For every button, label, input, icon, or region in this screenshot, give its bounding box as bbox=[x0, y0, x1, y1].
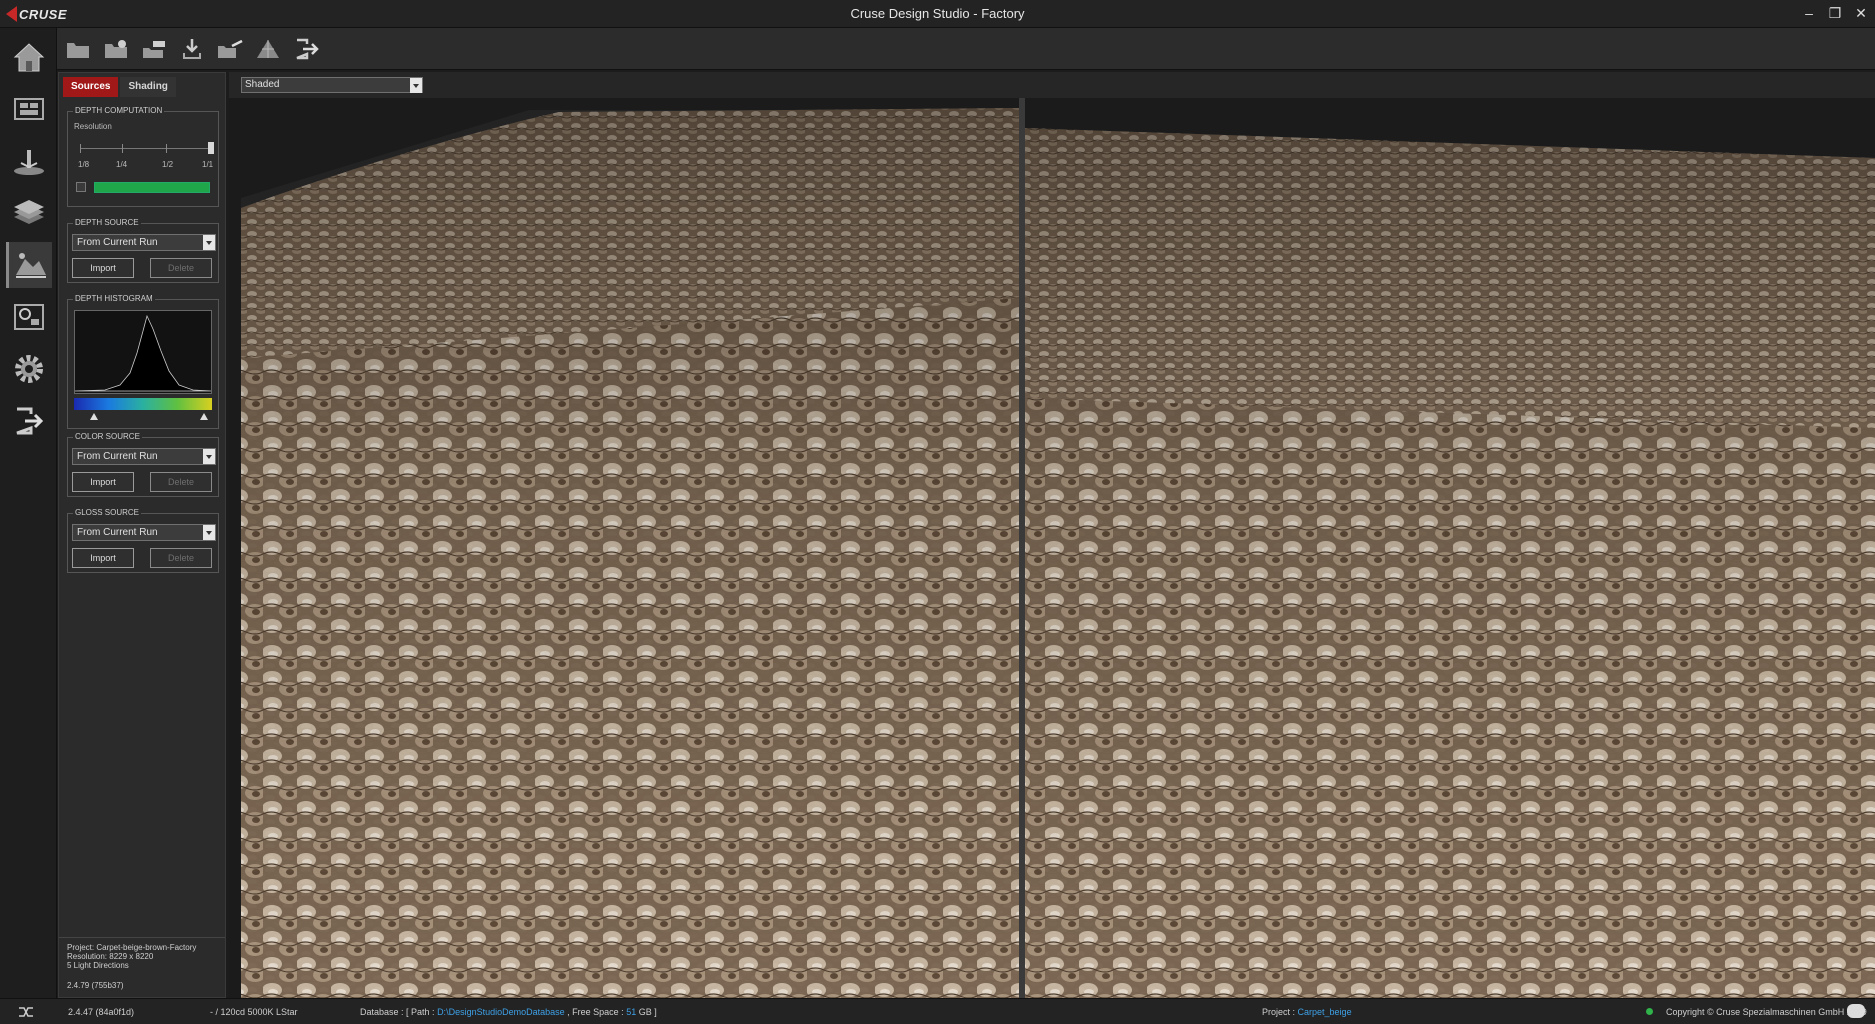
split-view-divider[interactable] bbox=[1019, 98, 1025, 998]
depth-source-title: DEPTH SOURCE bbox=[73, 218, 141, 227]
compute-checkbox[interactable] bbox=[76, 182, 86, 192]
histogram-curve bbox=[74, 314, 212, 392]
histogram-high-handle[interactable] bbox=[200, 413, 208, 420]
export-image-icon[interactable] bbox=[215, 34, 245, 64]
panel-divider bbox=[59, 937, 225, 938]
depth-progress-bar bbox=[94, 182, 210, 193]
color-delete-button[interactable]: Delete bbox=[150, 472, 212, 492]
close-button[interactable]: ✕ bbox=[1853, 4, 1869, 22]
project-version: 2.4.79 (755b37) bbox=[67, 981, 124, 990]
depth-color-ramp bbox=[74, 398, 212, 410]
gear-icon[interactable] bbox=[6, 346, 52, 392]
database-label: Database : [ Path : bbox=[360, 1007, 435, 1017]
depth-computation-title: DEPTH COMPUTATION bbox=[73, 106, 165, 115]
project-name: Project: Carpet-beige-brown-Factory bbox=[67, 943, 197, 952]
carpet-render bbox=[241, 108, 1875, 998]
gloss-source-group: GLOSS SOURCE From Current Run Import Del… bbox=[67, 508, 219, 573]
color-import-button[interactable]: Import bbox=[72, 472, 134, 492]
gloss-source-dropdown[interactable]: From Current Run bbox=[72, 524, 216, 541]
window-title: Cruse Design Studio - Factory bbox=[850, 6, 1025, 21]
navigation-rail bbox=[0, 28, 57, 998]
project-light-directions: 5 Light Directions bbox=[67, 961, 129, 970]
free-space-value: 51 bbox=[626, 1007, 637, 1017]
project-resolution: Resolution: 8229 x 8220 bbox=[67, 952, 154, 961]
triangle-mesh-icon[interactable] bbox=[253, 34, 283, 64]
status-light: - / 120cd 5000K LStar bbox=[210, 1007, 298, 1017]
download-icon[interactable] bbox=[177, 34, 207, 64]
tab-sources[interactable]: Sources bbox=[63, 77, 119, 97]
layout-icon[interactable] bbox=[6, 86, 52, 132]
gloss-delete-button[interactable]: Delete bbox=[150, 548, 212, 568]
scan-icon[interactable] bbox=[6, 138, 52, 184]
status-database: Database : [ Path : D:\DesignStudioDemoD… bbox=[360, 1007, 657, 1017]
status-version: 2.4.47 (84a0f1d) bbox=[68, 1007, 135, 1017]
exit-icon[interactable] bbox=[291, 34, 321, 64]
view-mode-dropdown[interactable]: Shaded bbox=[241, 77, 423, 93]
status-bar: 2.4.47 (84a0f1d) - / 120cd 5000K LStar D… bbox=[0, 998, 1875, 1024]
gloss-source-value: From Current Run bbox=[77, 527, 158, 538]
resolution-slider[interactable] bbox=[80, 142, 214, 156]
depth-source-value: From Current Run bbox=[77, 237, 158, 248]
home-icon[interactable] bbox=[6, 34, 52, 80]
database-path-link[interactable]: D:\DesignStudioDemoDatabase bbox=[437, 1007, 565, 1017]
color-source-title: COLOR SOURCE bbox=[73, 432, 142, 441]
status-project: Project : Carpet_beige bbox=[1262, 1007, 1352, 1017]
resolution-tick-label: 1/1 bbox=[202, 160, 214, 169]
depth-histogram-group: DEPTH HISTOGRAM bbox=[67, 294, 219, 429]
resolution-slider-handle[interactable] bbox=[208, 142, 214, 154]
color-source-dropdown[interactable]: From Current Run bbox=[72, 448, 216, 465]
depth-import-button[interactable]: Import bbox=[72, 258, 134, 278]
project-label: Project : bbox=[1262, 1007, 1296, 1017]
chevron-down-icon[interactable] bbox=[203, 235, 215, 250]
view-mode-value: Shaded bbox=[245, 79, 280, 90]
copyright-text: Copyright © Cruse Spezialmaschinen GmbH … bbox=[1666, 1007, 1867, 1017]
export-icon[interactable] bbox=[6, 398, 52, 444]
free-space-label: , Free Space : bbox=[567, 1007, 624, 1017]
depth-computation-group: DEPTH COMPUTATION Resolution 1/8 1/4 1/2… bbox=[67, 106, 219, 207]
settings-panel: Sources Shading DEPTH COMPUTATION Resolu… bbox=[58, 72, 226, 998]
open-folder-icon[interactable] bbox=[63, 34, 93, 64]
shuffle-icon[interactable] bbox=[18, 1005, 34, 1019]
resolution-tick-label: 1/8 bbox=[78, 160, 90, 169]
chevron-down-icon[interactable] bbox=[203, 525, 215, 540]
depth-view-icon[interactable] bbox=[6, 242, 52, 288]
depth-source-dropdown[interactable]: From Current Run bbox=[72, 234, 216, 251]
depth-source-group: DEPTH SOURCE From Current Run Import Del… bbox=[67, 218, 219, 283]
title-bar: CRUSE Cruse Design Studio - Factory – ❐ … bbox=[0, 0, 1875, 28]
color-source-group: COLOR SOURCE From Current Run Import Del… bbox=[67, 432, 219, 497]
3d-viewport[interactable] bbox=[229, 98, 1875, 998]
camera-settings-icon[interactable] bbox=[6, 294, 52, 340]
view-header: Shaded bbox=[229, 72, 1875, 98]
depth-histogram-title: DEPTH HISTOGRAM bbox=[73, 294, 155, 303]
minimize-button[interactable]: – bbox=[1801, 4, 1817, 22]
panel-tabs: Sources Shading bbox=[63, 77, 176, 97]
maximize-button[interactable]: ❐ bbox=[1827, 4, 1843, 22]
resolution-label: Resolution bbox=[74, 122, 112, 131]
histogram-low-handle[interactable] bbox=[90, 413, 98, 420]
batch-import-icon[interactable] bbox=[139, 34, 169, 64]
depth-progress-fill bbox=[95, 183, 209, 192]
chevron-down-icon[interactable] bbox=[203, 449, 215, 464]
chat-icon[interactable] bbox=[1847, 1004, 1865, 1018]
connection-status-icon bbox=[1646, 1008, 1653, 1015]
chevron-down-icon[interactable] bbox=[410, 78, 422, 93]
layers-icon[interactable] bbox=[6, 190, 52, 236]
color-source-value: From Current Run bbox=[77, 451, 158, 462]
tab-shading[interactable]: Shading bbox=[120, 77, 176, 97]
project-link[interactable]: Carpet_beige bbox=[1298, 1007, 1352, 1017]
import-icon[interactable] bbox=[101, 34, 131, 64]
free-space-unit: GB ] bbox=[638, 1007, 657, 1017]
project-info: Project: Carpet-beige-brown-Factory Reso… bbox=[67, 943, 196, 990]
resolution-tick-label: 1/2 bbox=[162, 160, 174, 169]
resolution-tick-label: 1/4 bbox=[116, 160, 128, 169]
depth-histogram bbox=[74, 310, 212, 394]
gloss-source-title: GLOSS SOURCE bbox=[73, 508, 142, 517]
depth-delete-button[interactable]: Delete bbox=[150, 258, 212, 278]
main-toolbar bbox=[57, 28, 1875, 70]
gloss-import-button[interactable]: Import bbox=[72, 548, 134, 568]
